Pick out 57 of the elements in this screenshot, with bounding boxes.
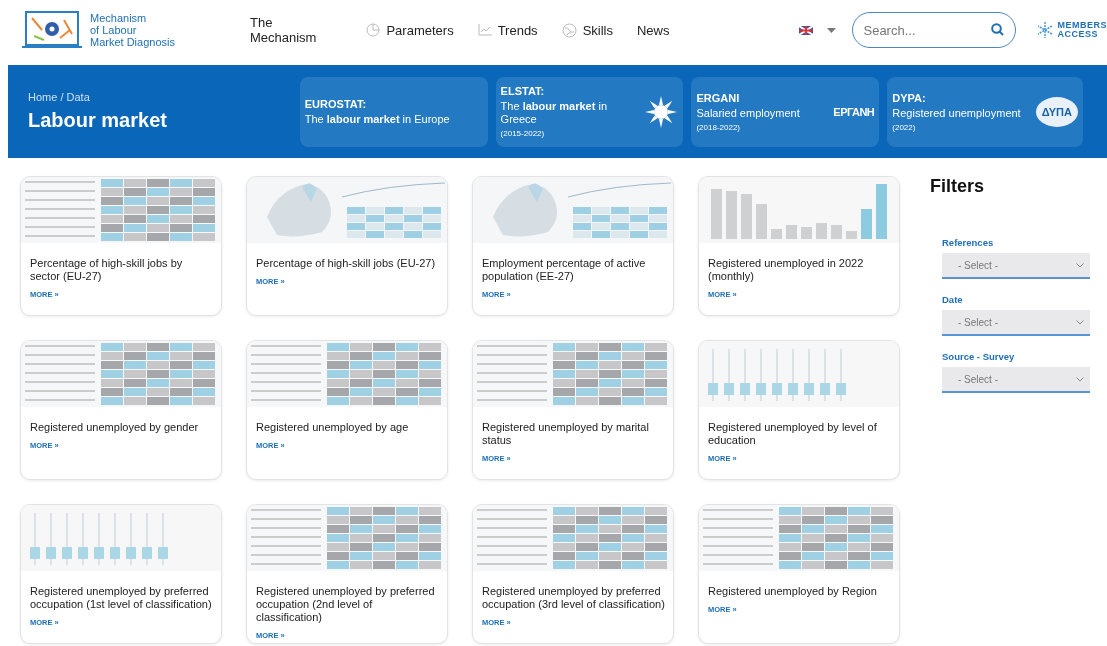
filter-label: Date — [942, 294, 964, 305]
filter-dropdown[interactable]: - Select - — [942, 310, 1090, 336]
caret-icon[interactable] — [827, 27, 837, 33]
uk-flag-icon[interactable] — [799, 25, 814, 35]
search-icon[interactable] — [991, 23, 1005, 36]
source-years: (2015-2022) — [500, 129, 546, 138]
source-name: ERGANI — [696, 91, 741, 104]
source-description: The labour market in Europe — [304, 112, 451, 126]
chevron-down-icon — [1076, 262, 1084, 268]
source-years: (2018-2022) — [696, 122, 742, 132]
source-name: ELSTAT: — [500, 85, 546, 97]
source-card[interactable]: ELSTAT: The labour market in Greece (2015-2022) — [495, 76, 684, 147]
members-access-link[interactable]: MEMBERS ACCESS — [1057, 21, 1107, 39]
filters-title: Filters — [930, 176, 986, 197]
chevron-down-icon — [1076, 319, 1084, 325]
source-card[interactable]: EUROSTAT: The labour market in Europe — [299, 76, 488, 147]
nav-link[interactable]: Parameters — [386, 22, 454, 38]
chevron-down-icon — [1076, 376, 1084, 382]
source-description: Registered unemployment — [892, 106, 1022, 120]
nav-link[interactable]: News — [636, 22, 670, 38]
breadcrumb: Home / Data — [28, 91, 91, 103]
globe-icon — [561, 22, 577, 38]
card-title: Employment percentage of active population (EE-27) — [481, 256, 647, 283]
dypa-logo: ΔΥΠΑ — [1035, 96, 1078, 127]
snowflake-icon[interactable] — [1036, 21, 1055, 39]
card-title: Registered unemployed by preferred occupation (1st level of classification) — [29, 584, 213, 611]
nav-link[interactable]: Trends — [497, 22, 538, 38]
source-card[interactable]: DYPA: Registered unemployment (2022) ΔΥΠΑ — [887, 76, 1083, 147]
source-name: DYPA: — [892, 91, 927, 104]
pie-chart-icon — [366, 23, 381, 37]
card-title: Registered unemployed by Region — [707, 584, 878, 598]
filter-label: Source - Survey — [942, 351, 1016, 362]
filter-dropdown[interactable]: - Select - — [942, 253, 1090, 279]
ergani-logo: ΕΡΓΑΝΗ — [833, 105, 875, 118]
card-title: Percentage of high-skill jobs by sector (EU-27) — [29, 256, 184, 283]
gear-laptop-logo-icon[interactable] — [20, 10, 84, 50]
nav-link[interactable]: Skills — [582, 22, 613, 38]
filter-label: References — [942, 237, 995, 248]
source-years: (2022) — [892, 122, 917, 132]
source-card[interactable]: ERGANI Salaried employment (2018-2022) ΕΡΓΑΝΗ — [691, 76, 880, 147]
source-description: Salaried employment — [696, 106, 801, 120]
search-field[interactable]: Search... — [852, 12, 1017, 48]
source-name: EUROSTAT: — [304, 97, 368, 110]
card-title: Registered unemployed by preferred occupation (2nd level of classification) — [255, 584, 436, 624]
card-title: Registered unemployed by level of education — [707, 420, 878, 447]
card-title: Registered unemployed in 2022 (monthly) — [707, 256, 865, 283]
card-title: Registered unemployed by marital status — [481, 420, 650, 447]
trend-chart-icon — [477, 24, 492, 36]
page-title: Labour market — [28, 109, 168, 132]
source-description: The labour market in Greece — [500, 100, 608, 126]
card-title: Registered unemployed by gender — [29, 420, 200, 434]
card-title: Registered unemployed by preferred occupation (3rd level of classification) — [481, 584, 666, 611]
card-title: Percentage of high-skill jobs (EU-27) — [255, 256, 437, 270]
nav-link[interactable]: The Mechanism — [250, 15, 343, 45]
card-title: Registered unemployed by age — [255, 420, 410, 434]
filter-dropdown[interactable]: - Select - — [942, 367, 1090, 393]
logo-title: Mechanism of Labour Market Diagnosis — [90, 12, 175, 48]
